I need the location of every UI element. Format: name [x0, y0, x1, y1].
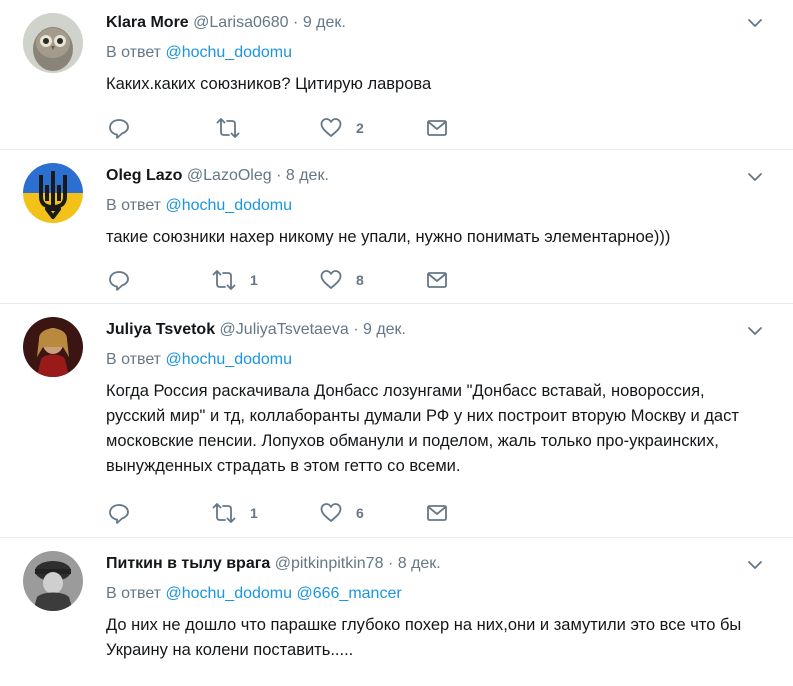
separator-dot: · [353, 321, 359, 338]
retweet-count: 1 [250, 272, 258, 288]
envelope-icon [427, 272, 447, 288]
reply-context: В ответ @hochu_dodomu @666_mancer [106, 583, 763, 605]
tweet-text: До них не дошло что парашке глубоко похе… [106, 616, 742, 659]
retweet-icon [212, 270, 236, 290]
tweet-header: Klara More @Larisa0680 · 9 дек. [106, 12, 763, 34]
reply-prefix: В ответ [106, 197, 162, 214]
user-handle[interactable]: @Larisa0680 [193, 14, 288, 31]
retweet-button[interactable]: 1 [212, 269, 258, 291]
retweet-button[interactable] [216, 117, 254, 139]
message-button[interactable] [426, 269, 448, 291]
separator-dot: · [293, 14, 299, 31]
mention-link[interactable]: @hochu_dodomu [165, 197, 292, 214]
like-button[interactable]: 8 [320, 269, 364, 291]
tweet-actions: 2 [108, 117, 448, 139]
retweet-count: 1 [250, 505, 258, 521]
message-button[interactable] [426, 117, 448, 139]
tweet-header: Oleg Lazo @LazoOleg · 8 дек. [106, 165, 763, 187]
like-count: 2 [356, 120, 364, 136]
user-handle[interactable]: @LazoOleg [187, 167, 272, 184]
display-name[interactable]: Питкин в тылу врага [106, 555, 270, 572]
heart-icon [320, 503, 342, 522]
avatar[interactable] [23, 551, 83, 611]
tweet[interactable]: Oleg Lazo @LazoOleg · 8 дек. В ответ @ho… [0, 150, 793, 304]
mention-link[interactable]: @hochu_dodomu [165, 44, 292, 61]
user-handle[interactable]: @pitkinpitkin78 [275, 555, 384, 572]
avatar[interactable] [23, 13, 83, 73]
mention-link[interactable]: @666_mancer [296, 585, 401, 602]
reply-button[interactable] [108, 502, 144, 524]
display-name[interactable]: Juliya Tsvetok [106, 321, 215, 338]
retweet-icon [216, 118, 240, 138]
message-button[interactable] [426, 502, 448, 524]
envelope-icon [427, 120, 447, 136]
reply-button[interactable] [108, 269, 144, 291]
tweet[interactable]: Juliya Tsvetok @JuliyaTsvetaeva · 9 дек.… [0, 304, 793, 538]
separator-dot: · [387, 555, 394, 572]
retweet-icon [212, 503, 236, 523]
tweet[interactable]: Klara More @Larisa0680 · 9 дек. В ответ … [0, 0, 793, 150]
reply-prefix: В ответ [106, 44, 162, 61]
tweet-actions: 1 6 [108, 502, 448, 524]
owl-avatar-image [23, 13, 83, 73]
like-count: 6 [356, 505, 364, 521]
reply-prefix: В ответ [106, 351, 162, 368]
soldier-avatar-image [23, 551, 83, 611]
mention-link[interactable]: @hochu_dodomu [165, 351, 292, 368]
like-button[interactable]: 6 [320, 502, 364, 524]
tweet-actions: 1 8 [108, 269, 448, 291]
timestamp[interactable]: 9 дек. [303, 14, 346, 31]
like-count: 8 [356, 272, 364, 288]
display-name[interactable]: Klara More [106, 14, 189, 31]
envelope-icon [427, 505, 447, 521]
tweet-text: Когда Россия раскачивала Донбасс лозунга… [106, 382, 739, 475]
reply-icon [109, 119, 129, 139]
portrait-avatar-image [23, 317, 83, 377]
reply-prefix: В ответ [106, 585, 162, 602]
timestamp[interactable]: 9 дек. [363, 321, 406, 338]
separator-dot: · [276, 167, 282, 184]
reply-context: В ответ @hochu_dodomu [106, 349, 763, 371]
avatar[interactable] [23, 163, 83, 223]
tweet-text: такие союзники нахер никому не упали, ну… [106, 228, 671, 246]
tweet-header: Питкин в тылу врага @pitkinpitkin78 · 8 … [106, 553, 763, 575]
retweet-button[interactable]: 1 [212, 502, 258, 524]
tweet-header: Juliya Tsvetok @JuliyaTsvetaeva · 9 дек. [106, 319, 763, 341]
timestamp[interactable]: 8 дек. [398, 555, 441, 572]
tweet[interactable]: Питкин в тылу врага @pitkinpitkin78 · 8 … [0, 538, 793, 686]
mention-link[interactable]: @hochu_dodomu [165, 585, 292, 602]
timestamp[interactable]: 8 дек. [286, 167, 329, 184]
trident-avatar-image [23, 163, 83, 223]
reply-context: В ответ @hochu_dodomu [106, 42, 763, 64]
reply-context: В ответ @hochu_dodomu [106, 195, 763, 217]
display-name[interactable]: Oleg Lazo [106, 167, 182, 184]
user-handle[interactable]: @JuliyaTsvetaeva [220, 321, 349, 338]
reply-button[interactable] [108, 117, 144, 139]
reply-icon [109, 271, 129, 291]
heart-icon [320, 118, 342, 137]
avatar[interactable] [23, 317, 83, 377]
heart-icon [320, 270, 342, 289]
tweet-text: Каких.каких союзников? Цитирую лаврова [106, 75, 432, 93]
like-button[interactable]: 2 [320, 117, 364, 139]
reply-icon [109, 504, 129, 524]
